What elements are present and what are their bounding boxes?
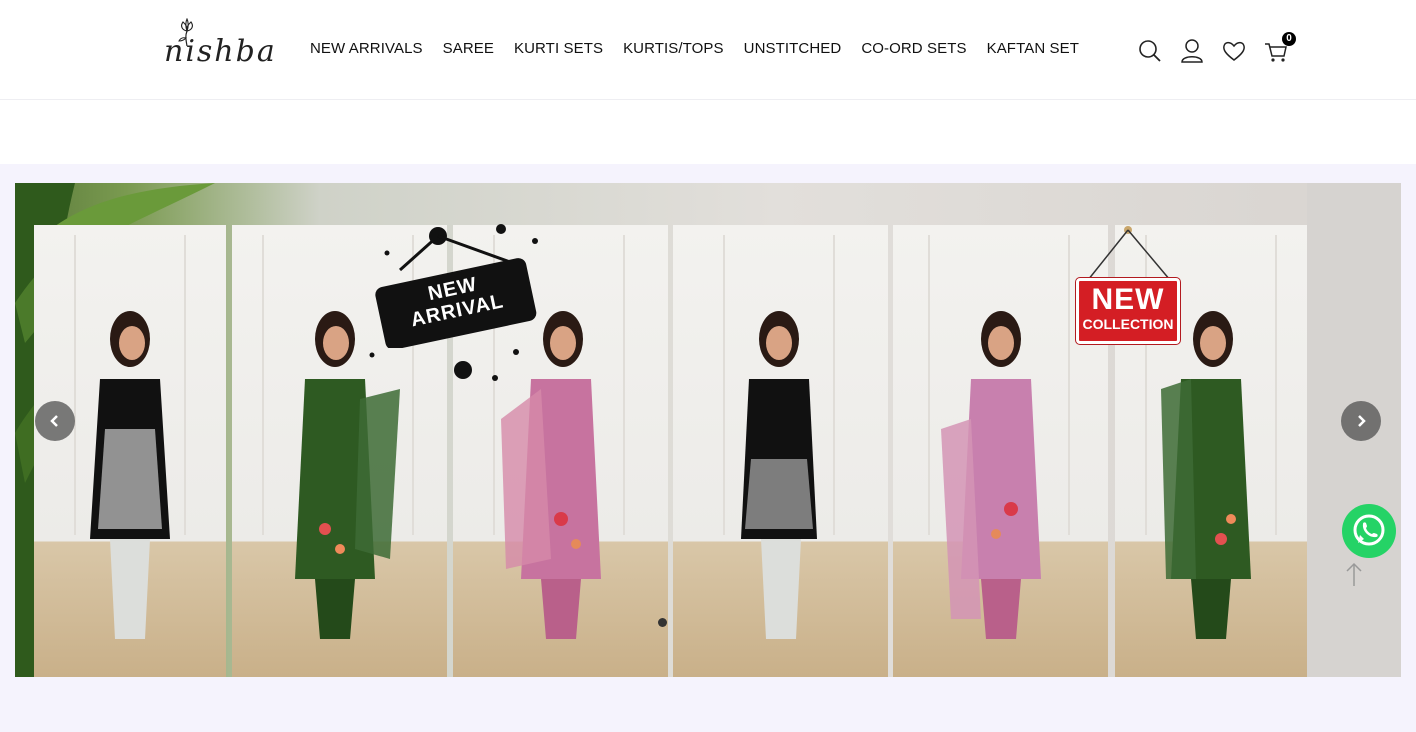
site-header: nishba NEW ARRIVALS SAREE KURTI SETS KUR… bbox=[0, 0, 1416, 100]
nav-saree[interactable]: SAREE bbox=[443, 40, 494, 57]
slider-next-button[interactable] bbox=[1341, 401, 1381, 441]
nav-kaftan-set[interactable]: KAFTAN SET bbox=[987, 40, 1079, 57]
heart-icon[interactable] bbox=[1222, 38, 1246, 64]
whatsapp-button[interactable] bbox=[1342, 504, 1396, 558]
nav-unstitched[interactable]: UNSTITCHED bbox=[744, 40, 842, 57]
arrow-up-icon bbox=[1346, 562, 1362, 586]
cart-icon[interactable]: 0 bbox=[1264, 32, 1296, 64]
nav-kurti-sets[interactable]: KURTI SETS bbox=[514, 40, 603, 57]
header-actions: 0 bbox=[1138, 32, 1306, 64]
user-icon[interactable] bbox=[1180, 38, 1204, 64]
nav-kurtis-tops[interactable]: KURTIS/TOPS bbox=[623, 40, 724, 57]
nav-new-arrivals[interactable]: NEW ARRIVALS bbox=[310, 40, 423, 57]
product-photo-1[interactable] bbox=[34, 225, 226, 677]
hero-slider[interactable] bbox=[15, 183, 1401, 677]
search-icon[interactable] bbox=[1138, 38, 1162, 64]
scroll-to-top-button[interactable] bbox=[1344, 560, 1364, 590]
chevron-left-icon bbox=[50, 415, 58, 427]
brand-logo-text: nishba bbox=[164, 34, 277, 69]
sign-line-new: NEW bbox=[1091, 283, 1165, 316]
new-collection-sign-hanger bbox=[1087, 226, 1171, 281]
model-figure bbox=[940, 311, 1041, 639]
brand-logo[interactable]: nishba bbox=[164, 18, 304, 72]
cart-count-badge: 0 bbox=[1282, 32, 1296, 46]
nav-co-ord-sets[interactable]: CO-ORD SETS bbox=[861, 40, 966, 57]
main-navigation: NEW ARRIVALS SAREE KURTI SETS KURTIS/TOP… bbox=[310, 40, 1099, 57]
sign-line-collection: COLLECTION bbox=[1082, 316, 1174, 332]
product-photo-4[interactable] bbox=[673, 225, 888, 677]
new-arrival-sign: NEW ARRIVAL bbox=[372, 252, 538, 348]
slider-prev-button[interactable] bbox=[35, 401, 75, 441]
new-collection-sign: NEW COLLECTION bbox=[1076, 278, 1180, 344]
slider-dot-active[interactable] bbox=[658, 618, 667, 627]
model-figure bbox=[90, 311, 170, 639]
chevron-right-icon bbox=[1358, 415, 1366, 427]
whatsapp-icon bbox=[1353, 514, 1385, 546]
model-figure bbox=[740, 311, 817, 639]
